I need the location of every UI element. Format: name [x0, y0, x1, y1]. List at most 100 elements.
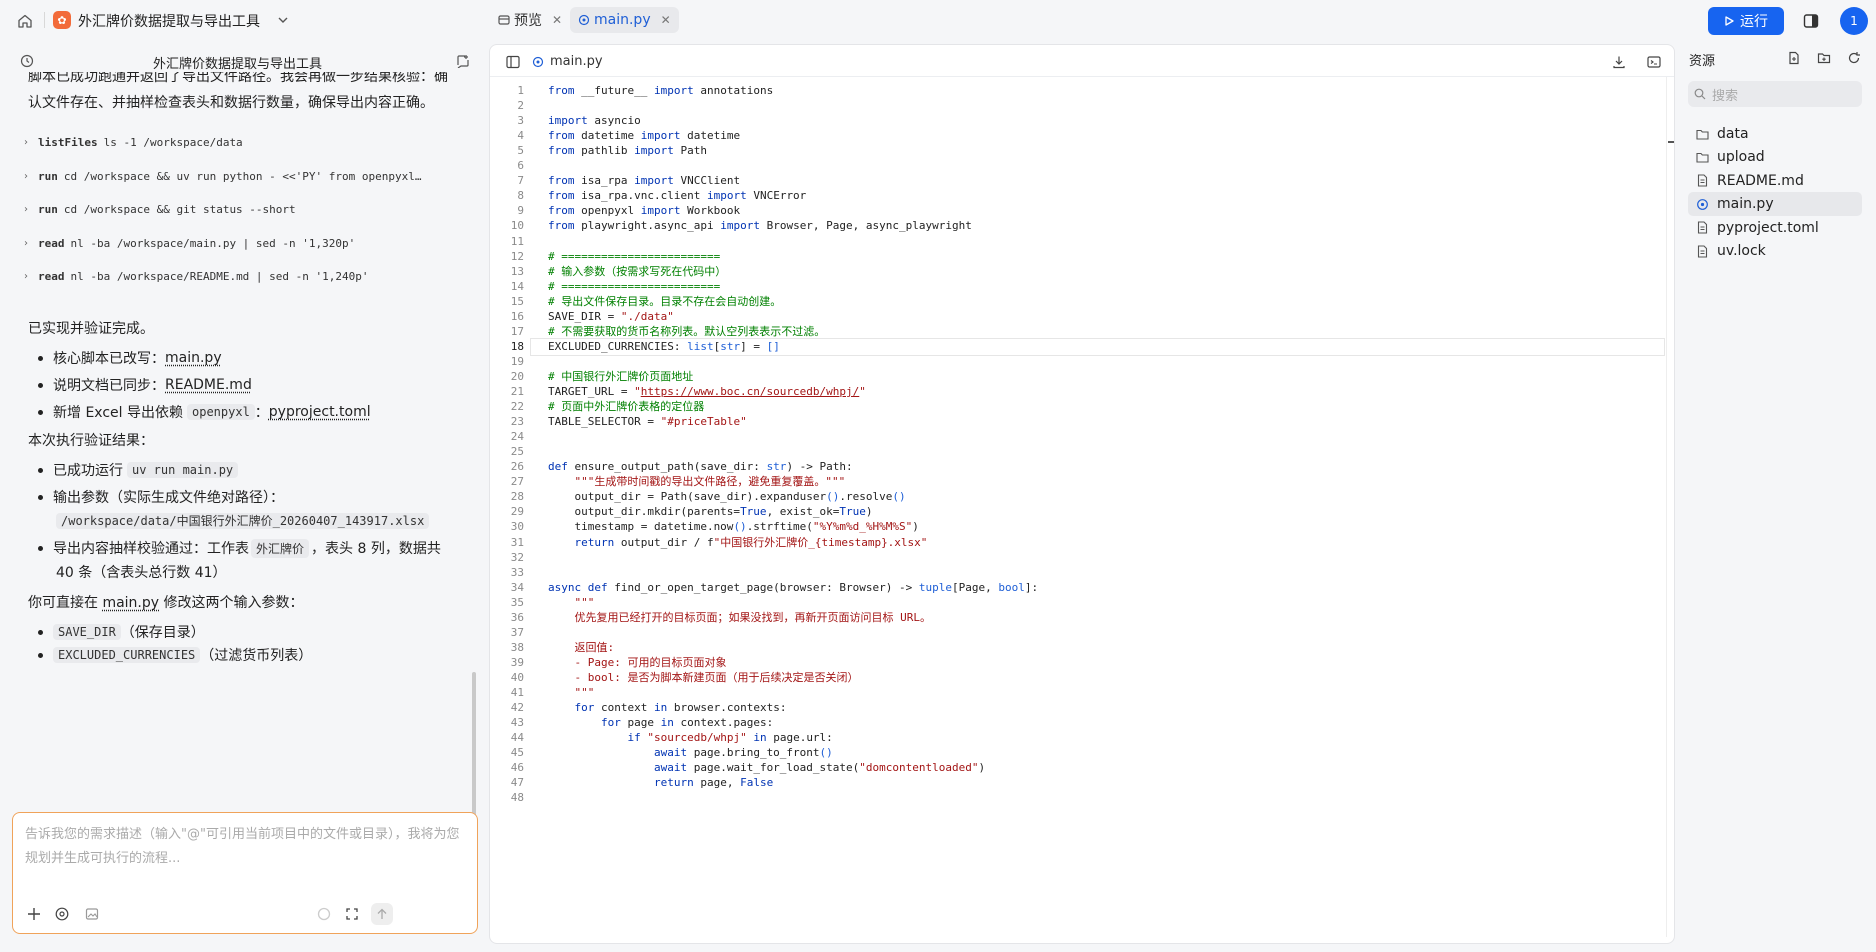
chevron-right-icon: › [24, 270, 28, 282]
list-item: EXCLUDED_CURRENCIES （过滤货币列表） [38, 645, 312, 665]
expand-icon[interactable] [341, 903, 363, 925]
tab-label: main.py [594, 12, 651, 28]
file-item-readme-md[interactable]: README.md [1688, 169, 1862, 193]
chat-input-placeholder: 告诉我您的需求描述（输入"@"可引用当前项目中的文件或目录），我将为您规划并生成… [25, 827, 460, 866]
file-link-main-py[interactable]: main.py [102, 595, 159, 611]
inline-code: EXCLUDED_CURRENCIES [53, 647, 201, 663]
search-placeholder: 搜索 [1712, 88, 1739, 104]
play-icon [1724, 16, 1734, 26]
file-link-main-py[interactable]: main.py [165, 350, 222, 366]
panel-layout-icon[interactable] [1800, 10, 1822, 32]
chat-title: 外汇牌价数据提取与导出工具 [153, 57, 323, 72]
send-button[interactable] [371, 903, 393, 925]
home-icon[interactable] [14, 10, 36, 32]
tool-command: nl -ba /workspace/main.py | sed -n '1,32… [70, 236, 356, 250]
file-name: README.md [1717, 172, 1804, 189]
code-line[interactable]: 48 [490, 789, 1670, 807]
file-icon [1696, 244, 1709, 258]
file-item-pyproject-toml[interactable]: pyproject.toml [1688, 216, 1862, 240]
new-file-icon[interactable] [1785, 49, 1803, 67]
sidebar-toggle-icon[interactable] [504, 53, 522, 71]
add-icon[interactable] [23, 903, 45, 925]
file-name: pyproject.toml [1717, 219, 1819, 236]
list-item: 已成功运行 uv run main.py [38, 460, 239, 480]
output-path: /workspace/data/中国银行外汇牌价_20260407_143917… [56, 512, 430, 529]
file-item-data[interactable]: data [1688, 122, 1862, 146]
history-icon[interactable] [18, 52, 36, 70]
inline-code: SAVE_DIR [53, 624, 121, 640]
folder-icon [1696, 128, 1709, 141]
tool-command: nl -ba /workspace/README.md | sed -n '1,… [70, 269, 369, 283]
terminal-icon[interactable] [1645, 53, 1663, 71]
file-item-main-py[interactable]: main.py [1688, 192, 1862, 217]
tool-kind: run [38, 202, 58, 216]
chat-input[interactable]: 告诉我您的需求描述（输入"@"可引用当前项目中的文件或目录），我将为您规划并生成… [12, 812, 478, 934]
file-name: uv.lock [1717, 243, 1766, 259]
file-item-uv-lock[interactable]: uv.lock [1688, 239, 1862, 263]
editor-header: main.py [490, 45, 1674, 77]
loading-icon [313, 903, 335, 925]
tool-call-listfiles[interactable]: › listFiles ls -1 /workspace/data [24, 132, 464, 152]
assistant-message: 脚本已成功跑通并返回了导出文件路径。我会再做一步结果核验：确认文件存在、并抽样检… [28, 72, 448, 111]
image-icon[interactable] [81, 903, 103, 925]
tool-command: cd /workspace && uv run python - <<'PY' … [63, 169, 424, 183]
tool-kind: read [38, 269, 65, 283]
line-number: 48 [510, 791, 524, 805]
new-folder-icon[interactable] [1815, 49, 1833, 67]
modify-text: 你可直接在 main.py 修改这两个输入参数： [28, 595, 304, 611]
code-lines[interactable]: 1 from __future__ import annotations 2 3 imp… [490, 81, 1670, 941]
chevron-down-icon[interactable] [273, 10, 293, 30]
list-item: SAVE_DIR （保存目录） [38, 622, 205, 642]
inline-code: 外汇牌价 [251, 538, 310, 558]
app-logo: ✿ [53, 11, 71, 29]
run-label: 运行 [1740, 14, 1768, 30]
file-name: upload [1717, 149, 1765, 166]
download-icon[interactable] [1610, 53, 1628, 71]
file-item-upload[interactable]: upload [1688, 145, 1862, 169]
resources-search[interactable]: 搜索 [1688, 81, 1862, 107]
file-name: data [1717, 126, 1749, 142]
app-window: ✿ 外汇牌价数据提取与导出工具 预览 ✕ main.py ✕ 运行 1 外汇牌价… [0, 0, 1876, 952]
resources-panel: 资源 搜索 data upload README.md main.py pyprojec… [1685, 44, 1876, 944]
close-icon[interactable]: ✕ [661, 13, 671, 27]
code-editor: main.py 1 from __future__ import annotati… [489, 44, 1675, 944]
new-chat-icon[interactable] [454, 52, 472, 70]
chevron-right-icon: › [24, 170, 28, 182]
top-bar: ✿ 外汇牌价数据提取与导出工具 预览 ✕ main.py ✕ 运行 1 [0, 0, 1876, 40]
tool-call-read[interactable]: › read nl -ba /workspace/main.py | sed -… [24, 233, 464, 253]
tool-kind: listFiles [38, 135, 98, 149]
resources-title: 资源 [1689, 54, 1716, 69]
app-title[interactable]: 外汇牌价数据提取与导出工具 [78, 11, 260, 31]
file-icon [1696, 174, 1709, 187]
python-icon [578, 14, 590, 26]
file-link-pyproject[interactable]: pyproject.toml [269, 404, 371, 420]
run-button[interactable]: 运行 [1708, 7, 1784, 35]
editor-filename: main.py [532, 54, 603, 69]
browser-icon[interactable] [51, 903, 73, 925]
tool-kind: run [38, 169, 58, 183]
tool-kind: read [38, 236, 65, 250]
close-icon[interactable]: ✕ [552, 13, 562, 27]
file-link-readme[interactable]: README.md [165, 377, 252, 393]
result-title: 本次执行验证结果： [28, 433, 154, 449]
scroll-marker [1668, 141, 1674, 143]
editor-scrollbar[interactable] [1666, 77, 1674, 937]
python-icon [1696, 198, 1709, 211]
list-item: 导出内容抽样校验通过：工作表 外汇牌价 ，表头 8 列，数据共 [38, 538, 441, 558]
preview-icon [498, 14, 510, 26]
tool-call-run[interactable]: › run cd /workspace && uv run python - <… [24, 166, 464, 186]
tool-call-read[interactable]: › read nl -ba /workspace/README.md | sed… [24, 266, 464, 286]
tab-main-py[interactable]: main.py ✕ [570, 7, 679, 33]
tab-label: 预览 [514, 13, 542, 29]
inline-code: /workspace/data/中国银行外汇牌价_20260407_143917… [56, 513, 430, 529]
tab-preview[interactable]: 预览 ✕ [490, 7, 570, 33]
chevron-right-icon: › [24, 237, 28, 249]
refresh-icon[interactable] [1845, 49, 1863, 67]
tool-call-run[interactable]: › run cd /workspace && git status --shor… [24, 199, 464, 219]
file-name: main.py [1717, 196, 1774, 213]
tool-command: cd /workspace && git status --short [63, 202, 296, 216]
search-icon [1694, 88, 1706, 100]
avatar[interactable]: 1 [1840, 7, 1868, 35]
file-icon [1696, 221, 1709, 234]
folder-icon [1696, 151, 1709, 164]
